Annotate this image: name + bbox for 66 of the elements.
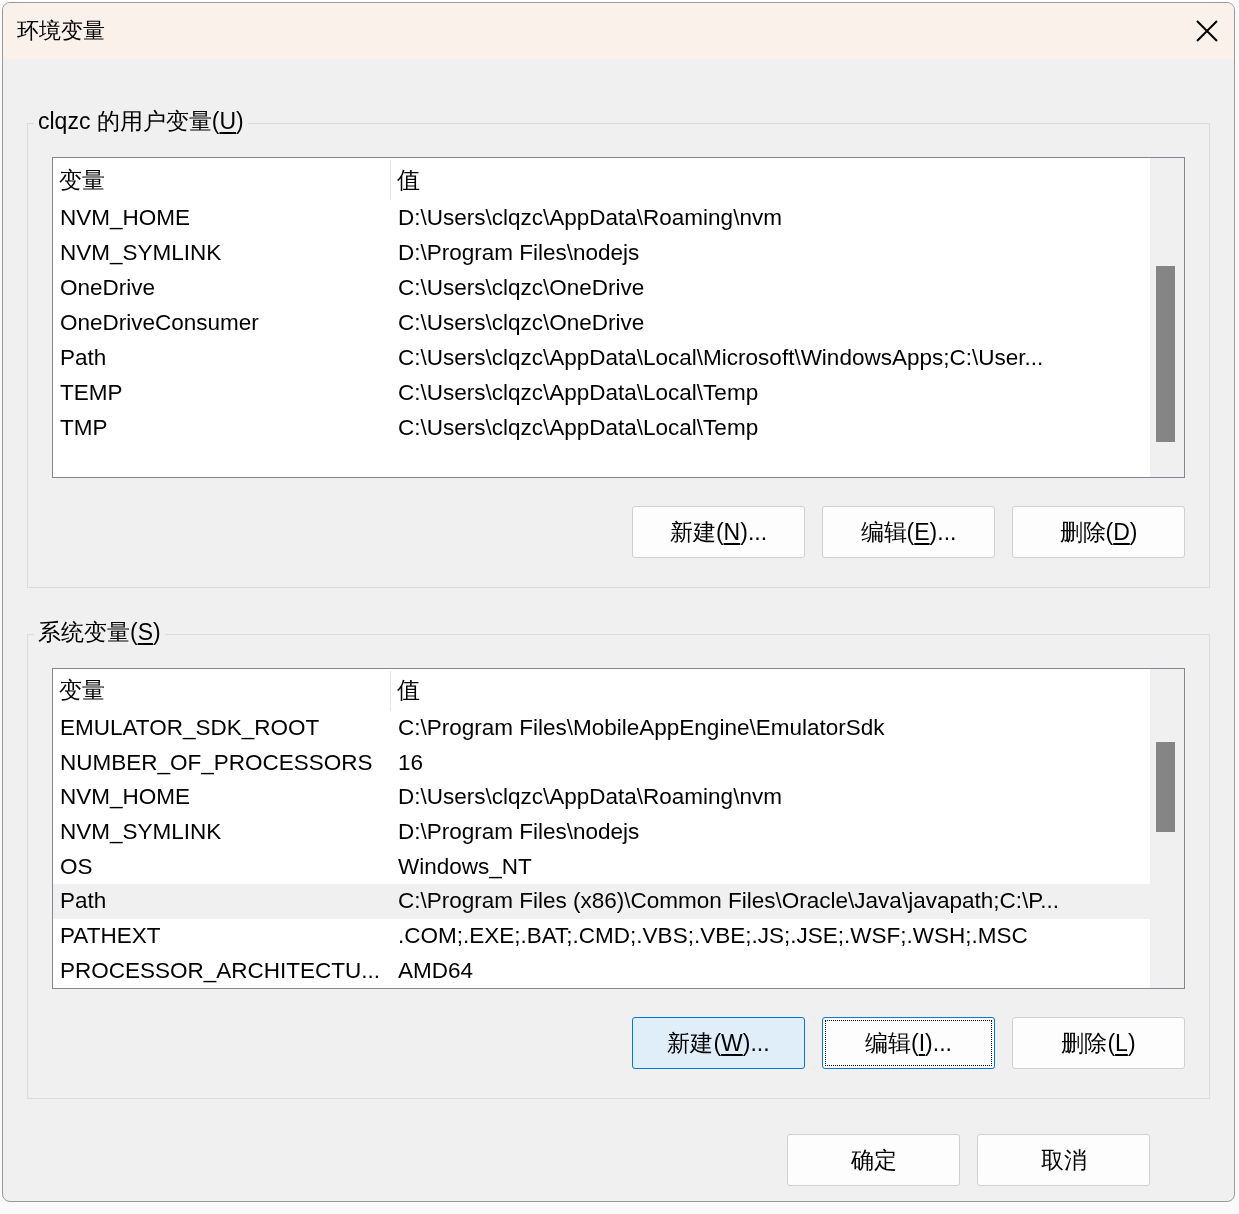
variable-value: D:\Program Files\nodejs — [397, 818, 641, 845]
dialog-button[interactable]: 确定 — [787, 1134, 960, 1186]
variable-row[interactable]: OneDrive C:\Users\clqzc\OneDrive — [53, 270, 1150, 305]
variable-name: PROCESSOR_ARCHITECTU... — [59, 957, 382, 984]
variable-value: Windows_NT — [397, 853, 533, 880]
variable-value: D:\Users\clqzc\AppData\Roaming\nvm — [397, 784, 783, 811]
variable-name: TMP — [59, 414, 109, 441]
column-header[interactable]: 变量 — [53, 160, 391, 200]
variable-row[interactable]: NVM_SYMLINK D:\Program Files\nodejs — [53, 814, 1150, 850]
variable-value: C:\Users\clqzc\OneDrive — [397, 274, 646, 301]
variable-name: NVM_SYMLINK — [59, 818, 223, 845]
variable-value: C:\Users\clqzc\AppData\Local\Microsoft\WindowsApps;C:\User... — [397, 344, 1045, 371]
variable-value: C:\Users\clqzc\OneDrive — [397, 309, 646, 336]
action-button[interactable]: 删除(L) — [1012, 1017, 1185, 1069]
window-title: 环境变量 — [17, 17, 105, 45]
dialog-button[interactable]: 取消 — [977, 1134, 1150, 1186]
variable-row[interactable]: PROCESSOR_ARCHITECTU... AMD64 — [53, 953, 1150, 988]
variable-value: D:\Program Files\nodejs — [397, 239, 641, 266]
variable-value: C:\Users\clqzc\AppData\Local\Temp — [397, 414, 760, 441]
action-button[interactable]: 编辑(I)... — [822, 1017, 995, 1069]
variable-row[interactable]: NVM_HOME D:\Users\clqzc\AppData\Roaming\nvm — [53, 200, 1150, 235]
action-button[interactable]: 新建(W)... — [632, 1017, 805, 1069]
variable-row[interactable]: Path C:\Users\clqzc\AppData\Local\Microsoft\WindowsApps;C:\User... — [53, 340, 1150, 375]
group-title: clqzc 的用户变量(U) — [34, 106, 248, 137]
variable-name: Path — [59, 344, 108, 371]
variable-row[interactable]: Path C:\Program Files (x86)\Common Files\Oracle\Java\javapath;C:\P... — [53, 884, 1150, 919]
variable-row[interactable]: OneDriveConsumer C:\Users\clqzc\OneDrive — [53, 305, 1150, 340]
variable-row[interactable]: OS Windows_NT — [53, 849, 1150, 884]
variable-name: OneDriveConsumer — [59, 309, 260, 336]
variable-name: NVM_HOME — [59, 204, 191, 231]
variable-name: NVM_SYMLINK — [59, 239, 223, 266]
variable-name: PATHEXT — [59, 923, 162, 949]
variable-name: OS — [59, 853, 94, 880]
variable-value: D:\Users\clqzc\AppData\Roaming\nvm — [397, 204, 783, 231]
scrollbar[interactable] — [1150, 158, 1184, 477]
variable-value: C:\Program Files\MobileAppEngine\EmulatorSdk — [397, 714, 886, 741]
variable-row[interactable]: TMP C:\Users\clqzc\AppData\Local\Temp — [53, 410, 1150, 445]
action-button[interactable]: 新建(N)... — [632, 506, 805, 558]
scrollbar[interactable] — [1150, 669, 1184, 988]
variable-value: AMD64 — [397, 957, 475, 984]
column-header[interactable]: 值 — [391, 160, 1150, 200]
variable-row[interactable]: EMULATOR_SDK_ROOT C:\Program Files\MobileAppEngine\EmulatorSdk — [53, 710, 1150, 746]
variable-row[interactable]: TEMP C:\Users\clqzc\AppData\Local\Temp — [53, 375, 1150, 410]
variable-value: 16 — [397, 749, 425, 776]
variable-name: NVM_HOME — [59, 784, 191, 811]
scrollbar-thumb[interactable] — [1156, 266, 1175, 442]
variable-row[interactable]: NVM_SYMLINK D:\Program Files\nodejs — [53, 235, 1150, 270]
variable-row[interactable]: NVM_HOME D:\Users\clqzc\AppData\Roaming\nvm — [53, 779, 1150, 815]
variable-value: C:\Users\clqzc\AppData\Local\Temp — [397, 379, 760, 406]
variable-name: NUMBER_OF_PROCESSORS — [59, 749, 374, 776]
variable-name: EMULATOR_SDK_ROOT — [59, 714, 321, 741]
variable-name: TEMP — [59, 379, 124, 406]
variable-name: Path — [59, 888, 108, 915]
action-button[interactable]: 编辑(E)... — [822, 506, 995, 558]
variable-value: .COM;.EXE;.BAT;.CMD;.VBS;.VBE;.JS;.JSE;.WSF;.WSH;.MSC — [397, 923, 1029, 949]
group-title: 系统变量(S) — [34, 617, 165, 648]
variable-row[interactable]: PATHEXT .COM;.EXE;.BAT;.CMD;.VBS;.VBE;.JS;.JSE;.WSF;.WSH;.MSC — [53, 918, 1150, 954]
column-header[interactable]: 变量 — [53, 671, 391, 711]
close-icon — [1194, 18, 1220, 44]
close-button[interactable] — [1194, 18, 1220, 44]
column-header[interactable]: 值 — [391, 671, 1150, 711]
variable-name: OneDrive — [59, 274, 157, 301]
action-button[interactable]: 删除(D) — [1012, 506, 1185, 558]
variable-row[interactable]: NUMBER_OF_PROCESSORS 16 — [53, 745, 1150, 780]
scrollbar-thumb[interactable] — [1156, 742, 1175, 832]
variable-value: C:\Program Files (x86)\Common Files\Oracle\Java\javapath;C:\P... — [397, 888, 1061, 915]
